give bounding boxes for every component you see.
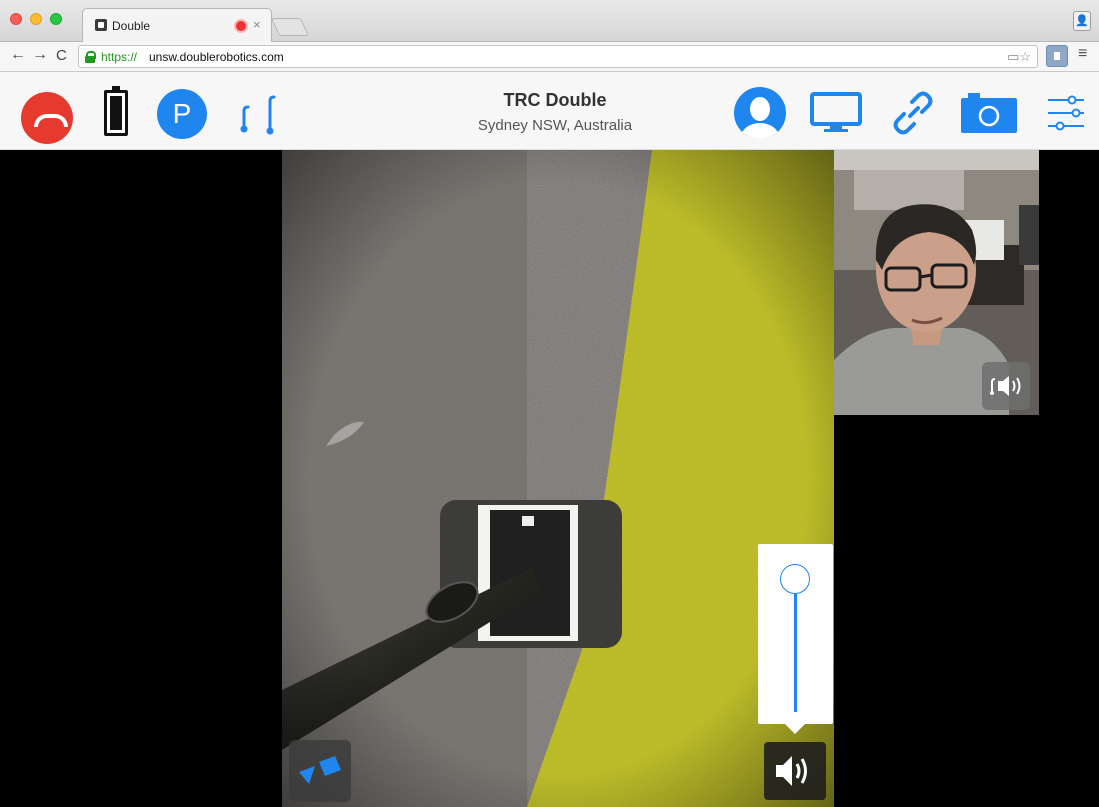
profile-icon[interactable]: 👤: [1073, 11, 1091, 31]
back-button[interactable]: ←: [10, 46, 26, 64]
volume-slider-popup: [758, 544, 833, 734]
sliders-icon[interactable]: [1046, 94, 1086, 132]
battery-icon: [104, 86, 128, 136]
reload-button[interactable]: C: [56, 47, 67, 64]
browser-nav-bar: ← → C https:// unsw.doublerobotics.com ▭…: [0, 42, 1099, 72]
tab-close-button[interactable]: ×: [253, 17, 261, 32]
pole-height-icon[interactable]: [236, 93, 280, 135]
lock-icon: [85, 51, 96, 63]
link-icon[interactable]: [890, 90, 936, 136]
robot-location: Sydney NSW, Australia: [477, 117, 633, 134]
close-window-button[interactable]: [10, 13, 22, 25]
forward-button[interactable]: →: [32, 46, 48, 64]
url-scheme: https://: [101, 50, 138, 64]
browser-tab[interactable]: Double ×: [82, 8, 272, 42]
remote-audio-button[interactable]: [982, 362, 1030, 410]
navigation-button[interactable]: [289, 740, 351, 802]
zoom-window-button[interactable]: [50, 13, 62, 25]
robot-name: TRC Double: [503, 90, 607, 110]
double-favicon-icon: [95, 19, 107, 31]
pole-speaker-icon: [990, 376, 1021, 396]
browser-menu-button[interactable]: ≡: [1078, 45, 1087, 63]
navigation-icon: [299, 756, 341, 784]
recording-indicator-icon: [236, 21, 246, 31]
speaker-icon: [776, 756, 807, 786]
tab-title: Double: [112, 19, 151, 33]
browser-tab-bar: Double × 👤: [0, 0, 1099, 42]
screen-share-icon[interactable]: [810, 92, 862, 134]
bookmark-star-icon[interactable]: ▭☆: [1007, 49, 1031, 65]
extension-icon[interactable]: [1046, 45, 1068, 67]
hangup-button[interactable]: [21, 92, 73, 144]
address-bar[interactable]: https:// unsw.doublerobotics.com ▭☆: [78, 45, 1038, 68]
minimize-window-button[interactable]: [30, 13, 42, 25]
user-icon[interactable]: [734, 87, 786, 139]
volume-slider-handle[interactable]: [780, 564, 810, 594]
url-host: unsw.doublerobotics.com: [149, 50, 284, 64]
park-button[interactable]: P: [157, 89, 207, 139]
volume-slider-track[interactable]: [794, 584, 797, 712]
camera-icon[interactable]: [960, 92, 1018, 134]
carpet-scene: [282, 150, 834, 807]
volume-button[interactable]: [764, 742, 826, 800]
robot-camera-feed[interactable]: [282, 150, 834, 807]
new-tab-button[interactable]: [270, 18, 310, 36]
